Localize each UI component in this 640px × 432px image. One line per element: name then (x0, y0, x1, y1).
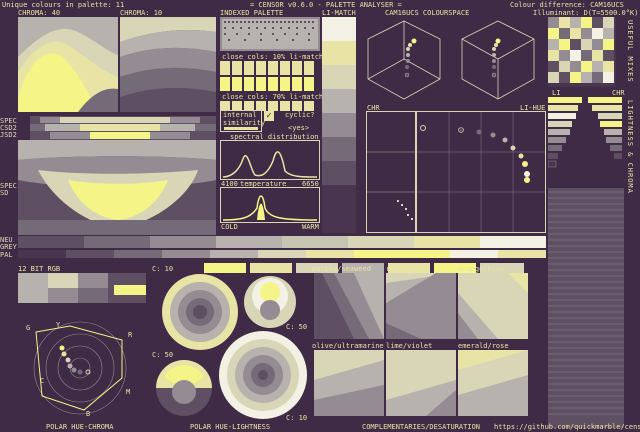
indexed-palette-label: INDEXED PALETTE (220, 9, 284, 17)
polar-hue-chroma-label: POLAR HUE-CHROMA (46, 423, 114, 431)
illuminant: Illuminant: D(T=5500.0°K) (533, 9, 639, 17)
close-cols-10-label: close cols: 10% li-match (222, 53, 324, 61)
spectral-density-gradient (18, 140, 216, 235)
palette-strip (18, 250, 546, 258)
spectral-curve (222, 151, 318, 178)
chroma-10-gradient (120, 17, 216, 112)
hex-g-label: G (26, 324, 31, 332)
c10-bot-label: C: 10 (286, 414, 308, 422)
chr-right-label: CHR (612, 89, 625, 97)
chr-panel (366, 111, 416, 233)
sd-label: SD (0, 189, 9, 197)
polar-c50-bottom (154, 358, 214, 418)
internal-similarity-label: internal similarity (223, 111, 266, 127)
red-cyan-panel (386, 273, 456, 339)
cam16ucs-hexagons (360, 17, 546, 105)
cam16ucs-label: CAM16UCS COLOURSPACE (385, 9, 470, 17)
olive-ultramarine-label: olive/ultramarine (312, 342, 384, 350)
chroma-40-label: CHROMA: 40 (18, 9, 61, 17)
li-hue-panel (416, 111, 546, 233)
emerald-rose-label: emerald/rose (458, 342, 509, 350)
hex-m-label: M (126, 388, 131, 396)
bit-rgb-swatches (18, 273, 146, 303)
close-cols-10-swatches (220, 61, 320, 91)
li-label: LI (552, 89, 561, 97)
lime-violet-panel (386, 350, 456, 416)
polar-hue-lightness-label: POLAR HUE-LIGHTNESS (190, 423, 271, 431)
purple-seaweed-panel (314, 273, 384, 339)
complementaries-label: COMPLEMENTARIES/DESATURATION (362, 423, 481, 431)
hex-y-label: Y (56, 321, 61, 329)
hex-b-label: B (86, 410, 91, 418)
chroma-10-label: CHROMA: 10 (120, 9, 163, 17)
li-hue-points (420, 125, 530, 183)
unique-colours-count: Unique colours in palette: 11 (2, 1, 125, 9)
purple-seaweed-label: purple/seaweed (312, 265, 372, 273)
emerald-rose-panel (458, 350, 528, 416)
polar-hue-chroma-points (59, 345, 91, 375)
close-cols-70-label: close cols: 70% li-match (222, 93, 324, 101)
neutral-grey-strip (18, 236, 546, 248)
useful-mixes-label: USEFUL MIXES (626, 20, 634, 83)
olive-ultramarine-panel (314, 350, 384, 416)
polar-hue-chroma (18, 316, 146, 420)
spec-band (30, 116, 216, 140)
polar-c10-bottom (218, 330, 308, 420)
cyclic-checkbox[interactable]: ✓ (264, 111, 274, 121)
cam16ucs-points-left (404, 38, 417, 78)
spectral-distribution-chart (220, 140, 320, 180)
warm-label: WARM (302, 223, 319, 231)
lime-violet-label: lime/violet (386, 342, 433, 350)
li-match-column (322, 17, 356, 233)
app-title: = CENSOR v0.6.0 - PALETTE ANALYSER = (250, 1, 402, 9)
cyclic-value: <yes> (288, 124, 310, 132)
chroma-40-wave (18, 17, 118, 112)
github-link[interactable]: https://github.com/quickmarble/censor (494, 423, 640, 431)
li-match-label: LI-MATCH (322, 9, 356, 17)
orange-blue-label: orange/blue (458, 265, 505, 273)
useful-mixes-grid (548, 17, 616, 87)
lightness-chroma-stripes (548, 188, 624, 428)
temperature-curve (222, 195, 318, 221)
pal-label: PAL (0, 251, 13, 259)
temperature-chart (220, 187, 320, 223)
colour-difference: Colour difference: CAM16UCS (510, 1, 624, 9)
grey-label: GREY (0, 243, 17, 251)
lightness-chroma-label: LIGHTNESS & CHROMA (626, 100, 634, 194)
orange-blue-panel (458, 273, 528, 339)
jsd-label: JSD2 (0, 131, 17, 139)
hex-r-label: R (128, 331, 133, 339)
indexed-palette-grid (220, 17, 320, 51)
cyclic-label: cyclic? (285, 111, 315, 119)
red-cyan-label: red/cyan (386, 265, 420, 273)
cold-label: COLD (221, 223, 238, 231)
hex-c-label: C (40, 377, 45, 385)
chroma-10-wave (120, 17, 216, 112)
bit-rgb-label: 12 BIT RGB (18, 265, 61, 273)
lightness-chroma-bars (548, 97, 624, 187)
chroma-40-gradient (18, 17, 118, 112)
similarity-meter (224, 127, 258, 130)
